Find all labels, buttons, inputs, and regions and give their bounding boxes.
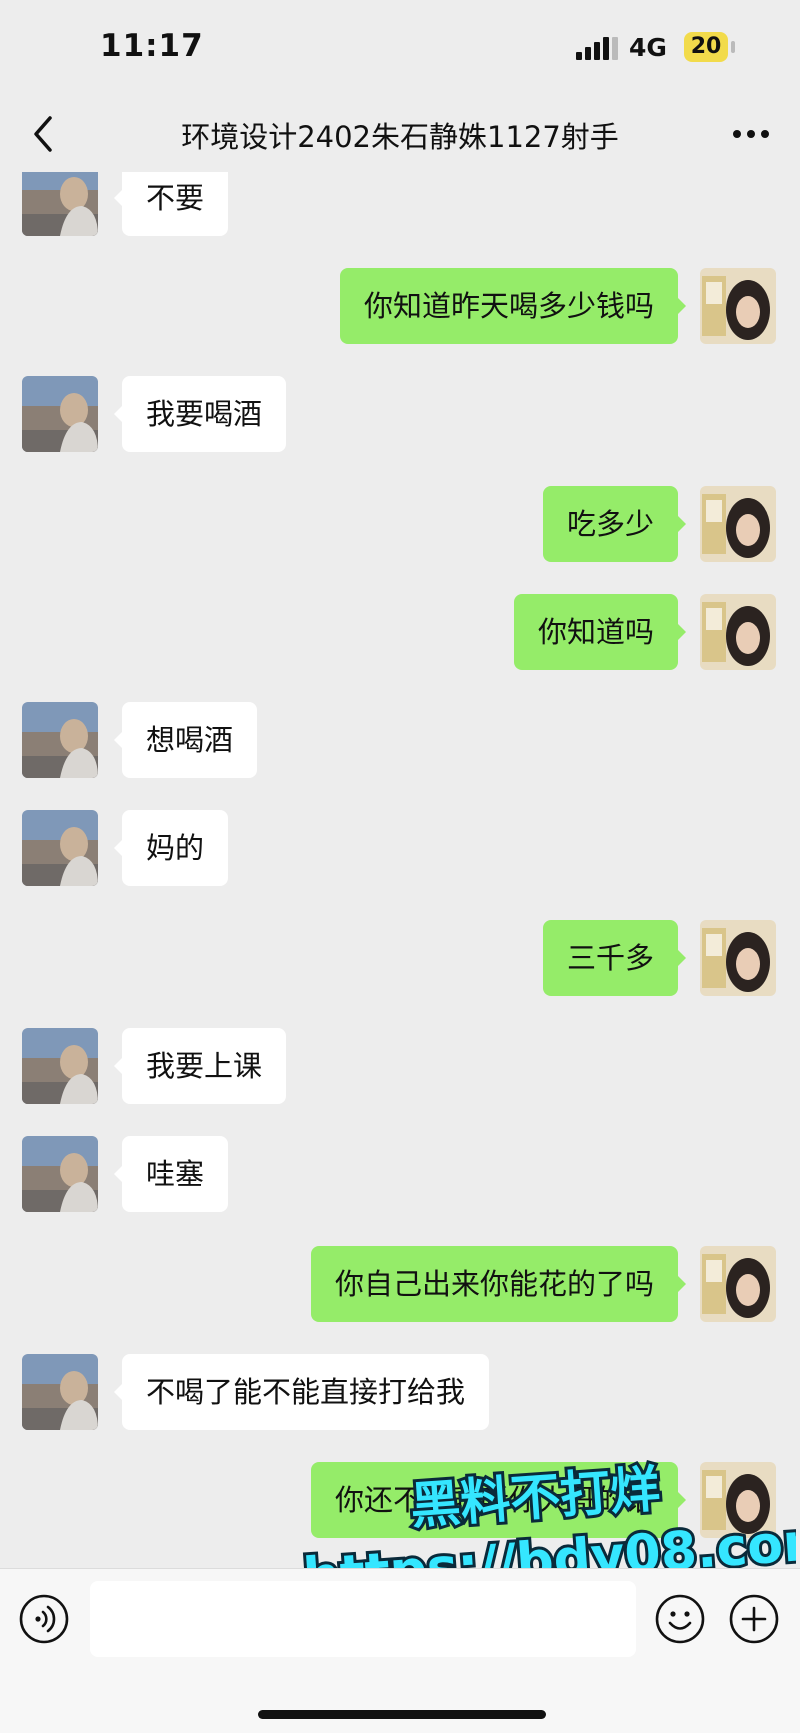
my-avatar[interactable] <box>700 1246 776 1322</box>
chat-header: 环境设计2402朱石静姝1127射手 <box>0 96 800 172</box>
message-bubble[interactable]: 想喝酒 <box>113 702 258 778</box>
my-avatar[interactable] <box>700 1462 776 1538</box>
back-button[interactable] <box>20 106 80 162</box>
home-indicator <box>258 1710 546 1719</box>
battery-icon: 20 <box>684 32 728 62</box>
more-dots-icon <box>733 130 769 138</box>
signal-icon <box>576 36 622 60</box>
emoji-icon <box>655 1594 705 1644</box>
my-avatar[interactable] <box>700 920 776 996</box>
contact-avatar[interactable] <box>22 376 98 452</box>
message-bubble[interactable]: 吃多少 <box>542 486 687 562</box>
contact-avatar[interactable] <box>22 1136 98 1212</box>
my-avatar[interactable] <box>700 268 776 344</box>
message-list[interactable]: 不要你知道昨天喝多少钱吗 我要喝酒吃多少你知道吗想喝酒妈的三千多我要上课哇塞你自己… <box>0 172 800 1568</box>
message-bubble[interactable]: 你知道昨天喝多少钱吗 <box>339 268 687 344</box>
message-bubble[interactable]: 你知道吗 <box>513 594 687 670</box>
message-bubble[interactable]: 三千多 <box>542 920 687 996</box>
message-input[interactable] <box>90 1581 636 1657</box>
status-time: 11:17 <box>100 28 204 64</box>
voice-button[interactable] <box>18 1593 70 1645</box>
message-bubble[interactable]: 妈的 <box>113 810 229 886</box>
voice-icon <box>19 1594 69 1644</box>
contact-avatar[interactable] <box>22 172 98 236</box>
battery-nub <box>731 41 735 53</box>
message-bubble[interactable]: 不要 <box>113 172 229 236</box>
emoji-button[interactable] <box>654 1593 706 1645</box>
message-bubble[interactable]: 你还不乖乖听你大哥的话 <box>310 1462 687 1538</box>
more-button[interactable] <box>722 106 780 162</box>
contact-avatar[interactable] <box>22 702 98 778</box>
message-bubble[interactable]: 我要喝酒 <box>113 376 287 452</box>
contact-avatar[interactable] <box>22 1354 98 1430</box>
status-bar: 11:17 4G 20 <box>0 0 800 96</box>
add-button[interactable] <box>728 1593 780 1645</box>
message-bubble[interactable]: 你自己出来你能花的了吗 <box>310 1246 687 1322</box>
my-avatar[interactable] <box>700 594 776 670</box>
message-bubble[interactable]: 不喝了能不能直接打给我 <box>113 1354 490 1430</box>
message-bubble[interactable]: 哇塞 <box>113 1136 229 1212</box>
chevron-left-icon <box>34 116 52 152</box>
contact-avatar[interactable] <box>22 1028 98 1104</box>
chat-title: 环境设计2402朱石静姝1127射手 <box>181 120 619 154</box>
my-avatar[interactable] <box>700 486 776 562</box>
input-bar <box>0 1568 800 1733</box>
network-type: 4G <box>629 33 667 62</box>
contact-avatar[interactable] <box>22 810 98 886</box>
message-bubble[interactable]: 我要上课 <box>113 1028 287 1104</box>
plus-icon <box>729 1594 779 1644</box>
